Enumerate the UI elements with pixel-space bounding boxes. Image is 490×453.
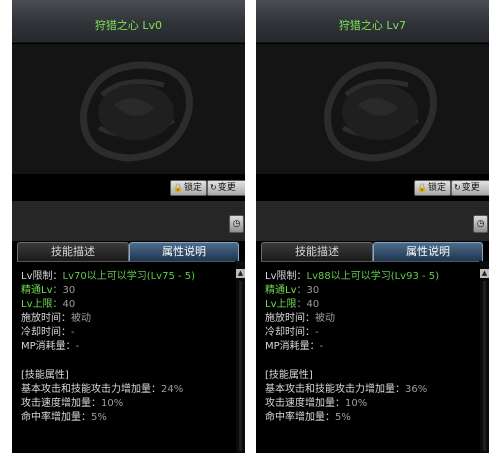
scrollbar[interactable]: ▲ bbox=[236, 261, 245, 453]
lock-icon: 🔒 bbox=[417, 183, 427, 192]
attr-row: 基本攻击和技能攻击力增加量：24% bbox=[21, 384, 184, 395]
mastery-row: 精通Lv：30 bbox=[21, 285, 76, 296]
skill-preview bbox=[12, 44, 245, 174]
skill-panel-right: 狩猎之心 Lv7 🔒锁定 ↻变更 ◷ 技能描述 属性说明 Lv限制：Lv88以上… bbox=[256, 0, 489, 453]
scroll-track[interactable] bbox=[239, 281, 242, 451]
scroll-track[interactable] bbox=[483, 281, 486, 451]
section-header: [技能属性] bbox=[21, 370, 69, 381]
mp-cost-row: MP消耗量：- bbox=[21, 341, 80, 352]
cast-time-row: 施放时间：被动 bbox=[21, 313, 91, 324]
attr-row: 攻击速度增加量：10% bbox=[21, 398, 124, 409]
button-strip: 🔒锁定 ↻变更 bbox=[256, 174, 489, 200]
change-icon: ↻ bbox=[210, 183, 217, 192]
cast-time-row: 施放时间：被动 bbox=[265, 313, 335, 324]
attr-row: 攻击速度增加量：10% bbox=[265, 398, 368, 409]
skill-panel-left: 狩猎之心 Lv0 🔒锁定 ↻变更 ◷ 技能描述 属性说明 Lv限制：Lv70以上… bbox=[12, 0, 245, 453]
change-icon: ↻ bbox=[454, 183, 461, 192]
skill-title: 狩猎之心 Lv7 bbox=[338, 19, 407, 32]
mastery-row: 精通Lv：30 bbox=[265, 285, 320, 296]
button-strip: 🔒锁定 ↻变更 bbox=[12, 174, 245, 200]
tab-skill-description[interactable]: 技能描述 bbox=[17, 242, 129, 261]
emblem-icon bbox=[324, 61, 437, 162]
clock-icon[interactable]: ◷ bbox=[473, 215, 488, 233]
clock-icon[interactable]: ◷ bbox=[229, 215, 244, 233]
lock-button[interactable]: 🔒锁定 bbox=[170, 180, 207, 196]
attr-row: 命中率增加量：5% bbox=[265, 412, 351, 423]
attr-row: 基本攻击和技能攻击力增加量：36% bbox=[265, 384, 428, 395]
cooldown-row: 冷却时间：- bbox=[265, 327, 319, 338]
lv-limit-row: Lv限制：Lv70以上可以学习(Lv75 - 5) bbox=[21, 271, 196, 282]
section-header: [技能属性] bbox=[265, 370, 313, 381]
cooldown-row: 冷却时间：- bbox=[21, 327, 75, 338]
lock-button[interactable]: 🔒锁定 bbox=[414, 180, 451, 196]
attribute-content: Lv限制：Lv70以上可以学习(Lv75 - 5) 精通Lv：30 Lv上限：4… bbox=[17, 261, 235, 453]
scrollbar[interactable]: ▲ bbox=[480, 261, 489, 453]
lock-icon: 🔒 bbox=[173, 183, 183, 192]
scroll-up-icon[interactable]: ▲ bbox=[480, 269, 489, 278]
skill-preview bbox=[256, 44, 489, 174]
tab-attribute-description[interactable]: 属性说明 bbox=[373, 242, 483, 261]
title-bar: 狩猎之心 Lv0 bbox=[12, 0, 245, 43]
title-bar: 狩猎之心 Lv7 bbox=[256, 0, 489, 43]
toolbar-area: ◷ bbox=[256, 201, 489, 241]
emblem-icon bbox=[80, 61, 193, 162]
toolbar-area: ◷ bbox=[12, 201, 245, 241]
scroll-up-icon[interactable]: ▲ bbox=[236, 269, 245, 278]
tab-attribute-description[interactable]: 属性说明 bbox=[129, 242, 239, 261]
change-button[interactable]: ↻变更 bbox=[451, 180, 489, 196]
mp-cost-row: MP消耗量：- bbox=[265, 341, 324, 352]
tab-skill-description[interactable]: 技能描述 bbox=[261, 242, 373, 261]
change-button[interactable]: ↻变更 bbox=[207, 180, 245, 196]
attribute-content: Lv限制：Lv88以上可以学习(Lv93 - 5) 精通Lv：30 Lv上限：4… bbox=[261, 261, 479, 453]
cap-row: Lv上限：40 bbox=[21, 299, 76, 310]
lv-limit-row: Lv限制：Lv88以上可以学习(Lv93 - 5) bbox=[265, 271, 440, 282]
cap-row: Lv上限：40 bbox=[265, 299, 320, 310]
attr-row: 命中率增加量：5% bbox=[21, 412, 107, 423]
skill-title: 狩猎之心 Lv0 bbox=[94, 19, 163, 32]
